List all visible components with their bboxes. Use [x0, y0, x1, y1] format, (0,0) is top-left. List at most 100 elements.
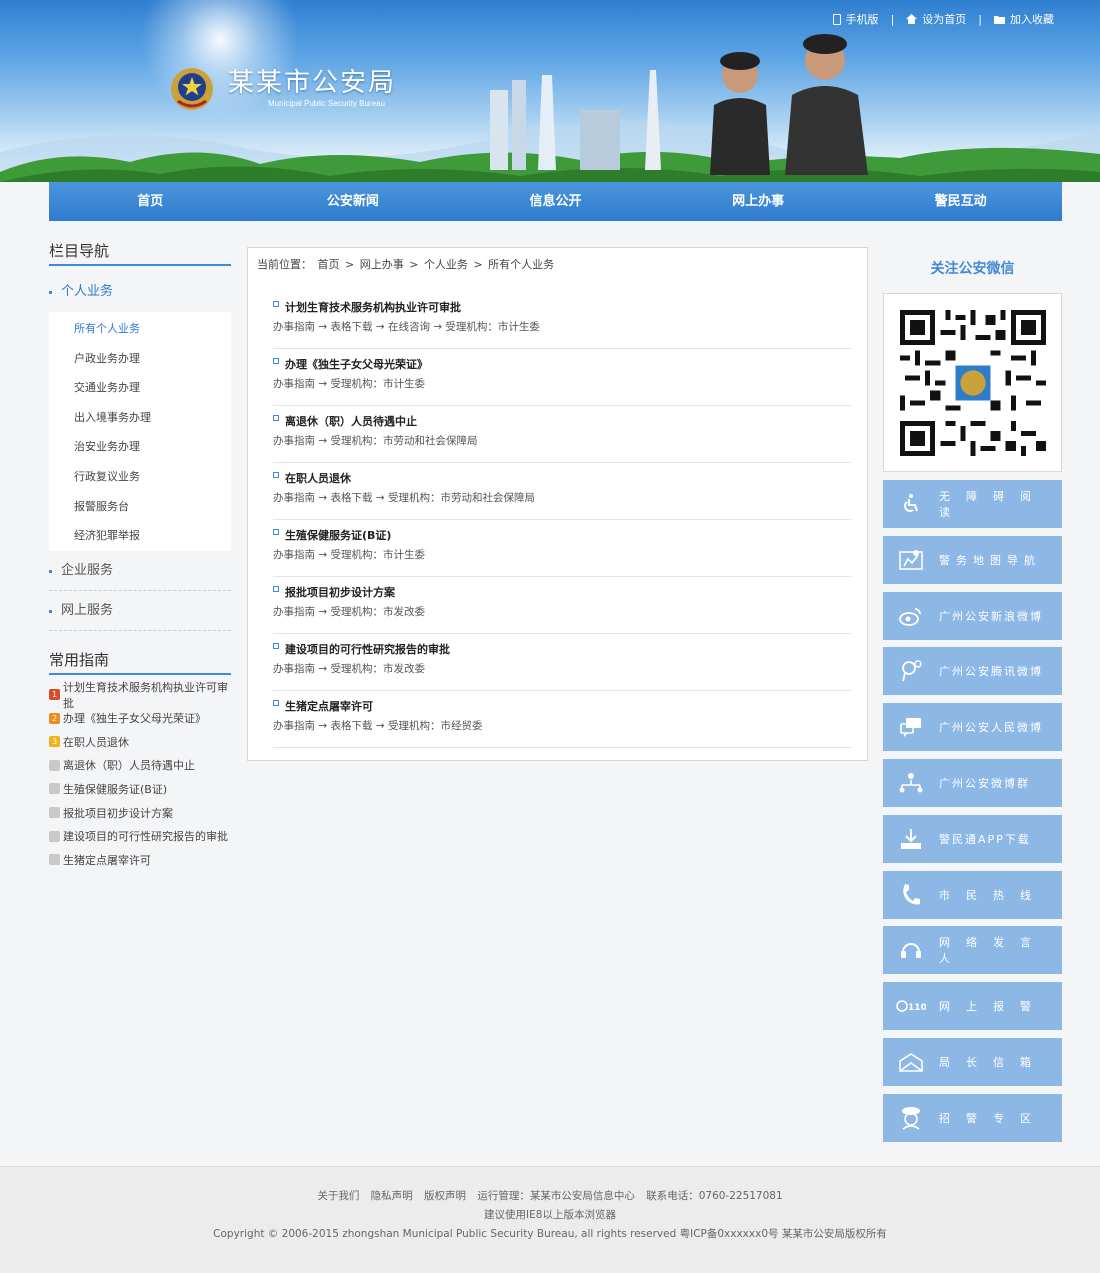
police-recruitment-button[interactable]: 招警专区 [883, 1093, 1062, 1142]
sub-item-admin-review[interactable]: 行政复议业务 [49, 462, 231, 492]
guide-item-text: 报批项目初步设计方案 [63, 806, 173, 820]
entry-title-link[interactable]: 报批项目初步设计方案 [273, 583, 851, 601]
police-map-button[interactable]: 警务地图导航 [883, 535, 1062, 584]
sub-item-public-security[interactable]: 治安业务办理 [49, 432, 231, 462]
square-bullet-icon [273, 415, 279, 421]
entry-meta[interactable]: 办事指南 → 受理机构：市计生委 [273, 547, 851, 563]
set-homepage-link[interactable]: 设为首页 [906, 11, 966, 27]
qr-code-icon [899, 309, 1046, 456]
sina-weibo-button[interactable]: 广州公安新浪微博 [883, 591, 1062, 640]
guide-item-text: 办理《独生子女父母光荣证》 [63, 712, 206, 726]
guide-item[interactable]: 3 在职人员退休 [49, 730, 231, 754]
guide-item-text: 建设项目的可行性研究报告的审批 [63, 830, 228, 844]
weibo-group-button[interactable]: 广州公安微博群 [883, 758, 1062, 807]
phone-icon [903, 883, 920, 905]
footer-operator: 运行管理：某某市公安局信息中心 [477, 1190, 635, 1202]
guide-item[interactable]: 生猪定点屠宰许可 [49, 848, 231, 872]
footer-phone: 联系电话：0760-22517081 [646, 1190, 783, 1202]
entry-title-text: 建设项目的可行性研究报告的审批 [285, 643, 450, 656]
guide-item-text: 生殖保健服务证(B证) [63, 782, 168, 796]
sub-item-traffic[interactable]: 交通业务办理 [49, 373, 231, 403]
service-label: 局长信箱 [939, 1055, 1047, 1069]
add-favorite-link[interactable]: 加入收藏 [994, 11, 1054, 27]
square-bullet-icon [273, 700, 279, 706]
entry-title-link[interactable]: 办理《独生子女父母光荣证》 [273, 355, 851, 373]
sub-item-alarm-desk[interactable]: 报警服务台 [49, 492, 231, 522]
director-mailbox-button[interactable]: 局长信箱 [883, 1037, 1062, 1086]
breadcrumb-link-personal[interactable]: 个人业务 [424, 258, 468, 271]
square-bullet-icon [273, 586, 279, 592]
headset-icon [901, 943, 921, 959]
nav-item-police-news[interactable]: 公安新闻 [252, 182, 455, 221]
sub-item-household[interactable]: 户政业务办理 [49, 344, 231, 374]
entry-title-link[interactable]: 在职人员退休 [273, 469, 851, 487]
entry-title-link[interactable]: 生殖保健服务证(B证) [273, 526, 851, 544]
breadcrumb-link-home[interactable]: 首页 [318, 258, 340, 271]
app-download-button[interactable]: 警民通APP下载 [883, 814, 1062, 863]
common-guide-list: 1 计划生育技术服务机构执业许可审批 2 办理《独生子女父母光荣证》 3 在职人… [49, 681, 231, 872]
service-label: 招警专区 [939, 1111, 1047, 1125]
service-label: 广州公安微博群 [939, 776, 1030, 790]
top-link-separator: | [978, 12, 982, 26]
police-officer-icon [902, 1106, 920, 1130]
entry-title-link[interactable]: 计划生育技术服务机构执业许可审批 [273, 298, 851, 316]
entry-title-link[interactable]: 建设项目的可行性研究报告的审批 [273, 640, 851, 658]
entry-meta[interactable]: 办事指南 → 表格下载 → 受理机构：市经贸委 [273, 718, 851, 734]
main-content-panel: 当前位置： 首页 > 网上办事 > 个人业务 > 所有个人业务 计划生育技术服务… [247, 247, 868, 761]
entry-meta[interactable]: 办事指南 → 受理机构：市劳动和社会保障局 [273, 433, 851, 449]
police-officers-illustration [710, 34, 868, 175]
map-icon [899, 549, 923, 570]
entry-title-link[interactable]: 生猪定点屠宰许可 [273, 697, 851, 715]
header-banner: 手机版 | 设为首页 | 加入收藏 某某市公安局 Municipal Publi… [0, 0, 1100, 182]
site-title: 某某市公安局 [228, 68, 397, 98]
top-link-separator: | [890, 12, 895, 26]
footer-link-privacy[interactable]: 隐私声明 [371, 1190, 413, 1202]
sub-item-economic-crime[interactable]: 经济犯罪举报 [49, 521, 231, 551]
online-spokesperson-button[interactable]: 网络发言人 [883, 926, 1062, 975]
entry-meta[interactable]: 办事指南 → 受理机构：市计生委 [273, 376, 851, 392]
chat-icon [900, 718, 921, 738]
guide-item[interactable]: 离退休（职）人员待遇中止 [49, 754, 231, 778]
entry-meta[interactable]: 办事指南 → 表格下载 → 在线咨询 → 受理机构：市计生委 [273, 319, 851, 335]
police-emblem-logo [171, 68, 213, 110]
sub-item-all-personal[interactable]: 所有个人业务 [49, 314, 231, 344]
breadcrumb-current: 所有个人业务 [488, 258, 555, 271]
category-personal-business[interactable]: 个人业务 [49, 266, 231, 312]
guide-item[interactable]: 2 办理《独生子女父母光荣证》 [49, 706, 231, 730]
alarm-110-badge: 110 [908, 1003, 926, 1013]
people-weibo-button[interactable]: 广州公安人民微博 [883, 703, 1062, 752]
entry-meta[interactable]: 办事指南 → 表格下载 → 受理机构：市劳动和社会保障局 [273, 490, 851, 506]
guide-item[interactable]: 建设项目的可行性研究报告的审批 [49, 824, 231, 848]
column-nav-title: 栏目导航 [49, 240, 231, 266]
guide-item[interactable]: 生殖保健服务证(B证) [49, 777, 231, 801]
breadcrumb-link-online-services[interactable]: 网上办事 [360, 258, 404, 271]
guide-item-text: 计划生育技术服务机构执业许可审批 [63, 680, 228, 710]
square-bullet-icon [273, 529, 279, 535]
citizen-hotline-button[interactable]: 市民热线 [883, 870, 1062, 919]
category-enterprise-services[interactable]: 企业服务 [49, 551, 231, 591]
guide-item[interactable]: 报批项目初步设计方案 [49, 801, 231, 825]
list-item: 报批项目初步设计方案 办事指南 → 受理机构：市发改委 [273, 577, 851, 634]
nav-item-interaction[interactable]: 警民互动 [859, 182, 1062, 221]
sub-item-exit-entry[interactable]: 出入境事务办理 [49, 403, 231, 433]
accessibility-reading-button[interactable]: 无障碍阅读 [883, 480, 1062, 528]
wechat-title: 关注公安微信 [930, 261, 1015, 277]
tencent-weibo-button[interactable]: 广州公安腾讯微博 [883, 647, 1062, 696]
category-online-services[interactable]: 网上服务 [49, 591, 231, 631]
mobile-link[interactable]: 手机版 [832, 11, 879, 27]
footer-link-copyright[interactable]: 版权声明 [424, 1190, 466, 1202]
entry-meta[interactable]: 办事指南 → 受理机构：市发改委 [273, 661, 851, 677]
entry-meta[interactable]: 办事指南 → 受理机构：市发改委 [273, 604, 851, 620]
footer-link-about[interactable]: 关于我们 [317, 1190, 359, 1202]
entry-title-text: 在职人员退休 [285, 472, 351, 485]
mail-icon [899, 1053, 923, 1072]
rank-badge-icon [49, 854, 60, 866]
nav-item-home[interactable]: 首页 [49, 182, 252, 221]
guide-item[interactable]: 1 计划生育技术服务机构执业许可审批 [49, 681, 231, 710]
nav-item-info-disclosure[interactable]: 信息公开 [454, 182, 657, 221]
rank-badge-icon [49, 807, 60, 819]
entry-title-link[interactable]: 离退休（职）人员待遇中止 [273, 412, 851, 430]
list-item: 办理《独生子女父母光荣证》 办事指南 → 受理机构：市计生委 [273, 349, 851, 406]
online-alarm-button[interactable]: 110 网上报警 [883, 982, 1062, 1031]
nav-item-online-services[interactable]: 网上办事 [657, 182, 860, 221]
